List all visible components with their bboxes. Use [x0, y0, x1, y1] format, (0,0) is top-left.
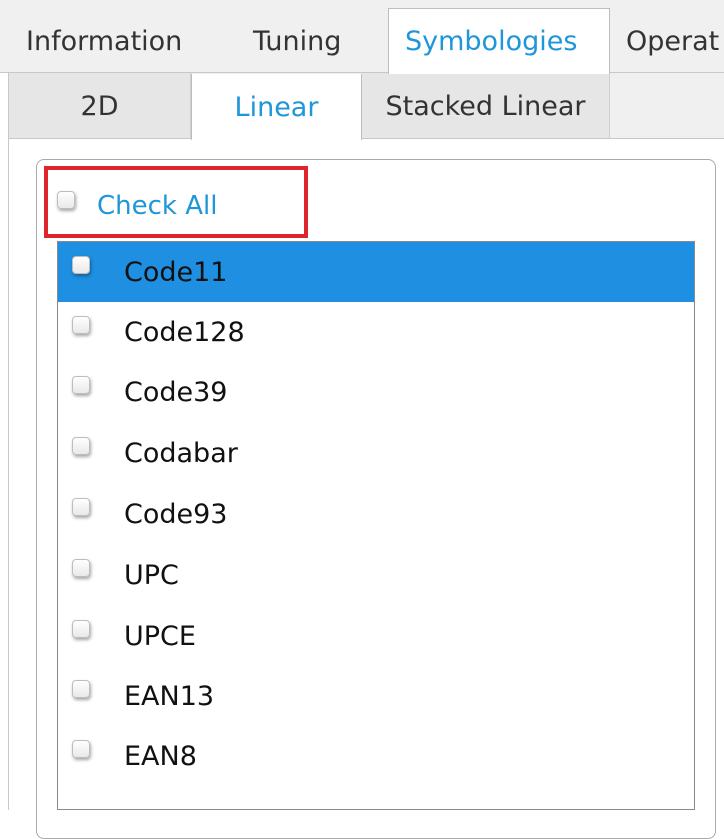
checkbox-icon[interactable]	[72, 437, 90, 455]
tab-symbologies[interactable]: Symbologies	[388, 8, 610, 74]
list-item-code11[interactable]: Code11	[58, 242, 694, 302]
check-all-highlight-annotation	[44, 166, 308, 238]
checkbox-icon[interactable]	[72, 316, 90, 334]
list-item-upc[interactable]: UPC	[58, 545, 694, 605]
checkbox-icon[interactable]	[72, 620, 90, 638]
list-item-upce[interactable]: UPCE	[58, 606, 694, 666]
main-tab-bar: Information Tuning Symbologies Operat	[0, 0, 724, 74]
list-item-label: Code11	[124, 256, 228, 288]
list-item-codabar[interactable]: Codabar	[58, 423, 694, 483]
list-item-label: UPCE	[124, 620, 196, 652]
tab-operation[interactable]: Operat	[626, 12, 719, 72]
list-item-ean8[interactable]: EAN8	[58, 726, 694, 786]
list-item-code93[interactable]: Code93	[58, 484, 694, 544]
tab-2d[interactable]: 2D	[9, 73, 191, 138]
tab-tuning[interactable]: Tuning	[253, 12, 341, 72]
list-item-label: UPC	[124, 559, 179, 591]
checkbox-icon[interactable]	[72, 498, 90, 516]
tab-linear[interactable]: Linear	[191, 74, 362, 140]
checkbox-icon[interactable]	[72, 376, 90, 394]
list-item-label: Code128	[124, 316, 245, 348]
list-item-label: EAN13	[124, 680, 215, 712]
symbology-type-tab-bar: 2D Linear Stacked Linear	[8, 73, 724, 140]
checkbox-icon[interactable]	[72, 740, 90, 758]
list-item-label: EAN8	[124, 740, 197, 772]
list-item-code128[interactable]: Code128	[58, 302, 694, 362]
list-item-code39[interactable]: Code39	[58, 362, 694, 422]
checkbox-icon[interactable]	[72, 680, 90, 698]
checkbox-icon[interactable]	[72, 559, 90, 577]
list-item-label: Code93	[124, 498, 228, 530]
symbology-list[interactable]: Code11 Code128 Code39 Codabar Code93 UPC…	[57, 241, 695, 810]
list-item-label: Codabar	[124, 437, 238, 469]
tab-stacked-linear[interactable]: Stacked Linear	[362, 73, 610, 138]
list-item-ean13[interactable]: EAN13	[58, 666, 694, 726]
checkbox-icon[interactable]	[72, 256, 90, 274]
list-item-label: Code39	[124, 376, 228, 408]
tab-information[interactable]: Information	[26, 12, 182, 72]
